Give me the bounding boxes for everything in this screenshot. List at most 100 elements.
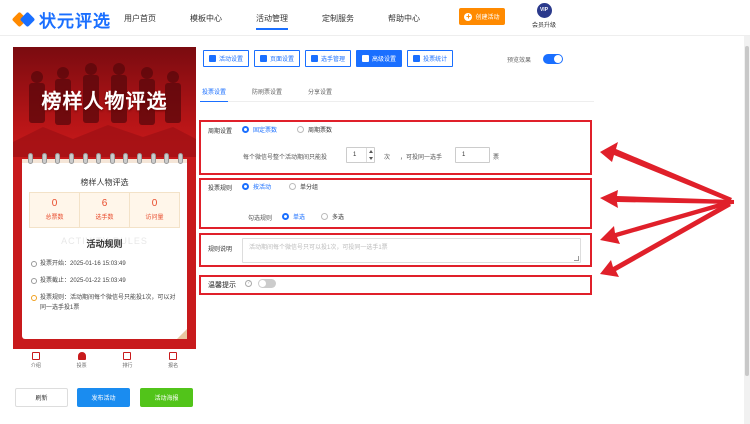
publish-activity-button[interactable]: 发布活动 (77, 388, 130, 407)
votes-per-user-input[interactable]: 1 (346, 147, 375, 163)
info-card: 榜样人物评选 0 总票数 6 选手数 0 访问量 ACTIVITY RULES … (22, 153, 187, 339)
rule-start-time: 投票开始：2025-01-16 15:03:49 (31, 259, 181, 269)
nav-item-activity-manage[interactable]: 活动管理 (256, 13, 288, 30)
radio-cycle-votes[interactable]: 周期票数 (297, 125, 332, 134)
radio-fixed-votes[interactable]: 固定票数 (242, 125, 277, 134)
rule-text: 投票规则：活动期间每个微信号只能投1次，可以对同一选手投1票 (40, 295, 176, 311)
vip-upgrade[interactable]: VIP 会员升级 (527, 3, 561, 29)
tool-label: 投票统计 (423, 57, 448, 63)
rule-text: 投票截止：2025-01-22 15:03:49 (40, 278, 126, 284)
radio-dot (282, 213, 289, 220)
input-value: 1 (462, 152, 466, 158)
top-navbar: 状元评选 用户首页 模板中心 活动管理 定制服务 帮助中心 + 创建活动 VIP… (0, 0, 750, 36)
rule-text: 投票开始：2025-01-16 15:03:49 (40, 261, 126, 267)
vote-rule-label: 投票规则 (208, 186, 233, 192)
clock-icon (31, 278, 37, 284)
preview-effect-toggle[interactable] (543, 54, 563, 64)
stats-panel: 0 总票数 6 选手数 0 访问量 (29, 192, 180, 228)
tab-intro[interactable]: 介绍 (13, 349, 59, 373)
nav-item-templates[interactable]: 模板中心 (190, 13, 222, 24)
activity-poster-button[interactable]: 活动海报 (140, 388, 193, 407)
same-contestant-votes-input[interactable]: 1 (455, 147, 490, 163)
signup-icon (169, 352, 178, 360)
stat-total-votes: 0 总票数 (30, 193, 80, 227)
logo[interactable]: 状元评选 (11, 7, 111, 32)
stepper-icon[interactable] (366, 148, 374, 162)
sliders-icon (362, 55, 370, 62)
logo-text: 状元评选 (39, 12, 111, 31)
gear-icon (209, 55, 216, 62)
intro-icon (31, 352, 40, 360)
radio-by-activity[interactable]: 按活动 (242, 182, 271, 191)
tool-label: 选手管理 (321, 57, 346, 63)
warm-tips-label: 温馨提示 (208, 282, 236, 289)
rule-vote-rule: 投票规则：活动期间每个微信号只能投1次，可以对同一选手投1票 (31, 293, 181, 313)
vip-upgrade-label: 会员升级 (531, 23, 556, 29)
radio-dot (289, 183, 296, 190)
radio-label: 按活动 (253, 185, 272, 191)
stat-value: 6 (101, 198, 108, 209)
tab-label: 投票 (76, 363, 87, 369)
tool-label: 页面设置 (270, 57, 295, 63)
stat-visits: 0 访问量 (130, 193, 179, 227)
rule-desc-textarea[interactable]: 活动期间每个微信号只可以投1次，可投同一选手1票 (242, 238, 581, 263)
page-scrollbar[interactable] (744, 36, 750, 424)
settings-toolbar: 活动设置 页面设置 选手管理 高级设置 投票统计 (203, 50, 458, 67)
logo-icon (11, 10, 36, 30)
bar-chart-icon (413, 55, 421, 62)
tab-vote-stats[interactable]: 投票统计 (407, 50, 454, 67)
subtab-anti-cheat[interactable]: 防刷票设置 (250, 80, 284, 101)
preview-bottom-tabs: 介绍 投票 排行 报名 (13, 349, 196, 373)
input-value: 1 (353, 152, 357, 158)
unit-times: 次 (384, 155, 391, 161)
radio-dot (297, 126, 304, 133)
nav-item-custom-service[interactable]: 定制服务 (322, 13, 354, 24)
stat-contestants: 6 选手数 (80, 193, 130, 227)
stat-label: 选手数 (95, 215, 114, 221)
tab-vote[interactable]: 投票 (59, 349, 105, 373)
page-fold-decoration (177, 329, 187, 339)
radio-label: 单分组 (300, 185, 319, 191)
tab-advanced-settings[interactable]: 高级设置 (356, 50, 403, 67)
main-nav: 用户首页 模板中心 活动管理 定制服务 帮助中心 (124, 13, 454, 30)
stat-label: 访问量 (145, 215, 164, 221)
radio-single-group[interactable]: 单分组 (289, 182, 318, 191)
tool-label: 活动设置 (219, 57, 244, 63)
tab-activity-settings[interactable]: 活动设置 (203, 50, 250, 67)
tab-label: 介绍 (30, 363, 41, 369)
subtab-vote-settings[interactable]: 投票设置 (200, 80, 229, 102)
stat-value: 0 (151, 198, 158, 209)
nav-item-help[interactable]: 帮助中心 (388, 13, 420, 24)
tab-label: 报名 (168, 363, 179, 369)
nav-item-home[interactable]: 用户首页 (124, 13, 156, 24)
subtab-share-settings[interactable]: 分享设置 (306, 80, 334, 101)
vip-icon: VIP (536, 3, 552, 18)
plus-icon: + (464, 11, 473, 21)
banner-title: 榜样人物评选 (41, 91, 168, 113)
radio-label: 单选 (293, 215, 306, 221)
users-icon (311, 55, 319, 62)
radio-label: 周期票数 (308, 128, 333, 134)
radio-dot (242, 183, 249, 190)
tab-label: 排行 (122, 363, 133, 369)
tab-signup[interactable]: 报名 (150, 349, 196, 373)
create-activity-button[interactable]: + 创建活动 (459, 8, 505, 25)
tab-contestant-manage[interactable]: 选手管理 (305, 50, 352, 67)
ranking-icon (123, 352, 132, 360)
tab-page-settings[interactable]: 页面设置 (254, 50, 301, 67)
tab-ranking[interactable]: 排行 (105, 349, 151, 373)
info-icon (31, 295, 37, 301)
stat-label: 总票数 (45, 215, 64, 221)
radio-dot (242, 126, 249, 133)
annotation-arrows (600, 142, 734, 277)
rules-title: 活动规则 (86, 239, 123, 249)
mobile-preview: 榜样人物评选 榜样人物评选 0 总票数 6 选手数 0 访问量 ACTIVITY… (13, 47, 196, 349)
refresh-button[interactable]: 刷新 (15, 388, 68, 407)
radio-multi-choice[interactable]: 多选 (321, 212, 344, 221)
tool-label: 高级设置 (372, 57, 397, 63)
clock-icon (31, 261, 37, 267)
radio-single-choice[interactable]: 单选 (282, 212, 305, 221)
help-icon[interactable]: ? (245, 280, 252, 287)
warm-tips-toggle[interactable] (258, 279, 276, 288)
rule-end-time: 投票截止：2025-01-22 15:03:49 (31, 276, 181, 286)
